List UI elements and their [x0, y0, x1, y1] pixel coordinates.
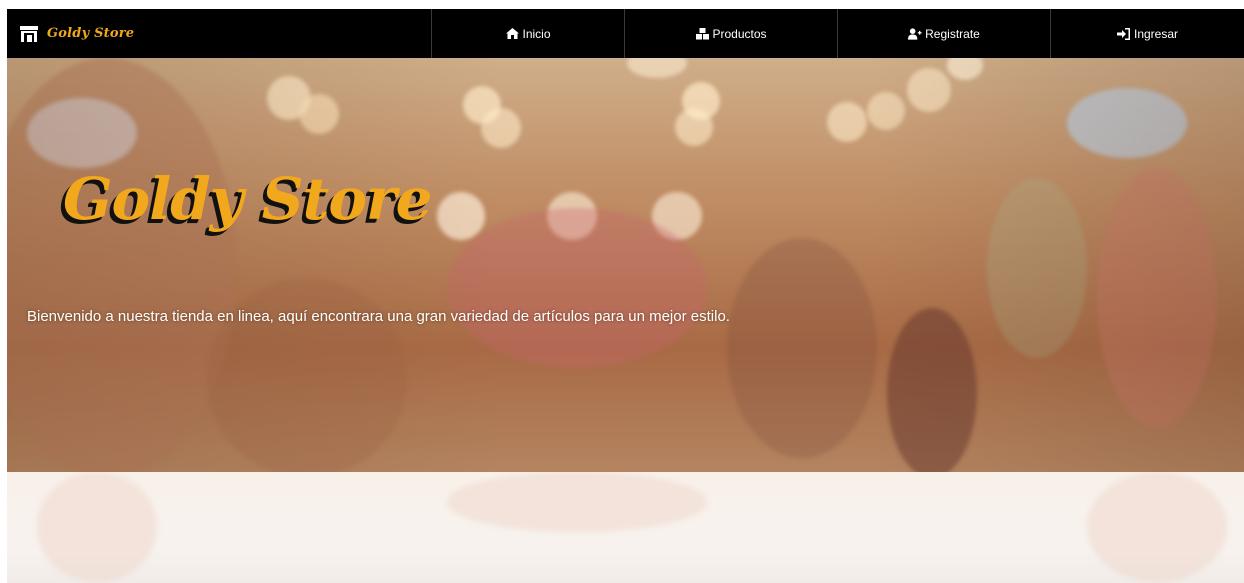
nav-item-inicio[interactable]: Inicio	[431, 9, 624, 58]
nav-item-registrate[interactable]: Registrate	[837, 9, 1050, 58]
nav-item-label: Registrate	[925, 26, 980, 41]
top-navbar: Goldy Store Inicio Productos Registrate …	[7, 9, 1244, 58]
hero-overlay	[7, 58, 1244, 472]
store-icon	[19, 25, 39, 43]
brand-name: Goldy Store	[47, 26, 135, 41]
nav-item-label: Productos	[712, 26, 767, 41]
nav-item-ingresar[interactable]: Ingresar	[1050, 9, 1244, 58]
user-plus-icon	[908, 27, 922, 40]
hero-title: Goldy Store	[63, 165, 433, 233]
nav-item-label: Inicio	[522, 26, 551, 41]
nav-item-productos[interactable]: Productos	[624, 9, 837, 58]
page: Goldy Store Inicio Productos Registrate …	[0, 0, 1244, 583]
lower-section	[7, 472, 1244, 583]
cubes-icon	[695, 27, 709, 40]
hero-banner: Goldy Store Bienvenido a nuestra tienda …	[7, 58, 1244, 472]
brand-link[interactable]: Goldy Store	[7, 9, 431, 58]
home-icon	[505, 28, 519, 40]
nav-item-label: Ingresar	[1133, 26, 1179, 41]
hero-subtitle: Bienvenido a nuestra tienda en linea, aq…	[27, 308, 730, 325]
sign-in-icon	[1117, 27, 1131, 40]
